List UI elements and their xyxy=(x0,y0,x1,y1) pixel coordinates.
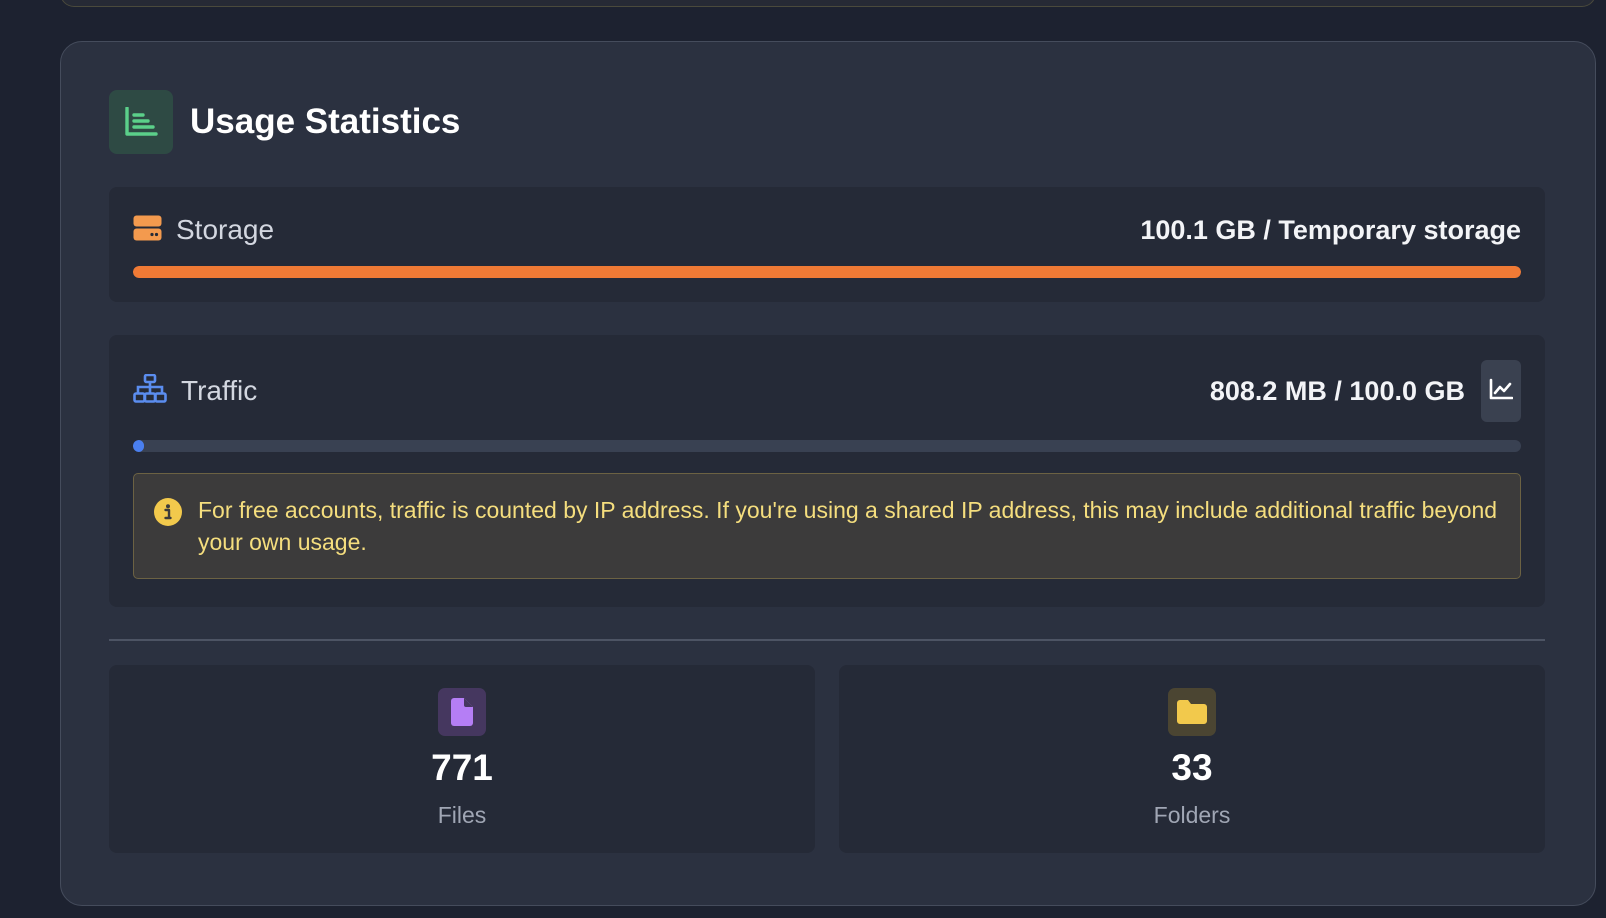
traffic-progress-fill xyxy=(133,440,145,452)
traffic-panel: Traffic 808.2 MB / 100.0 GB For free acc… xyxy=(109,335,1545,607)
storage-value: 100.1 GB / Temporary storage xyxy=(1140,214,1521,245)
line-chart-icon xyxy=(1489,378,1514,405)
traffic-notice-text: For free accounts, traffic is counted by… xyxy=(198,497,1498,555)
files-count: 771 xyxy=(431,747,493,788)
section-divider xyxy=(109,639,1545,641)
folders-stat-card: 33 Folders xyxy=(839,665,1545,853)
storage-row: Storage 100.1 GB / Temporary storage xyxy=(133,214,1521,246)
info-icon xyxy=(154,498,182,531)
network-icon xyxy=(133,373,167,409)
previous-card-edge xyxy=(60,0,1596,7)
section-header: Usage Statistics xyxy=(109,90,460,154)
files-stat-card: 771 Files xyxy=(109,665,815,853)
traffic-row: Traffic 808.2 MB / 100.0 GB xyxy=(133,360,1521,422)
storage-progress-bar xyxy=(133,266,1521,278)
traffic-notice: For free accounts, traffic is counted by… xyxy=(133,473,1521,579)
storage-progress-fill xyxy=(133,266,1521,278)
storage-label: Storage xyxy=(176,214,275,245)
folders-label: Folders xyxy=(1153,802,1231,828)
file-icon xyxy=(438,688,486,736)
hard-drive-icon xyxy=(133,215,162,246)
traffic-progress-bar xyxy=(133,440,1521,452)
section-title: Usage Statistics xyxy=(190,102,461,141)
files-label: Files xyxy=(437,802,487,828)
folder-icon xyxy=(1168,688,1216,736)
usage-statistics-card: Usage Statistics Storage 100.1 GB / Temp… xyxy=(60,41,1596,906)
chart-bar-icon xyxy=(109,90,173,154)
traffic-label: Traffic xyxy=(181,375,258,406)
traffic-value: 808.2 MB / 100.0 GB xyxy=(1209,375,1465,406)
traffic-chart-button[interactable] xyxy=(1481,360,1521,422)
folders-count: 33 xyxy=(1171,747,1213,788)
storage-panel: Storage 100.1 GB / Temporary storage xyxy=(109,187,1545,302)
